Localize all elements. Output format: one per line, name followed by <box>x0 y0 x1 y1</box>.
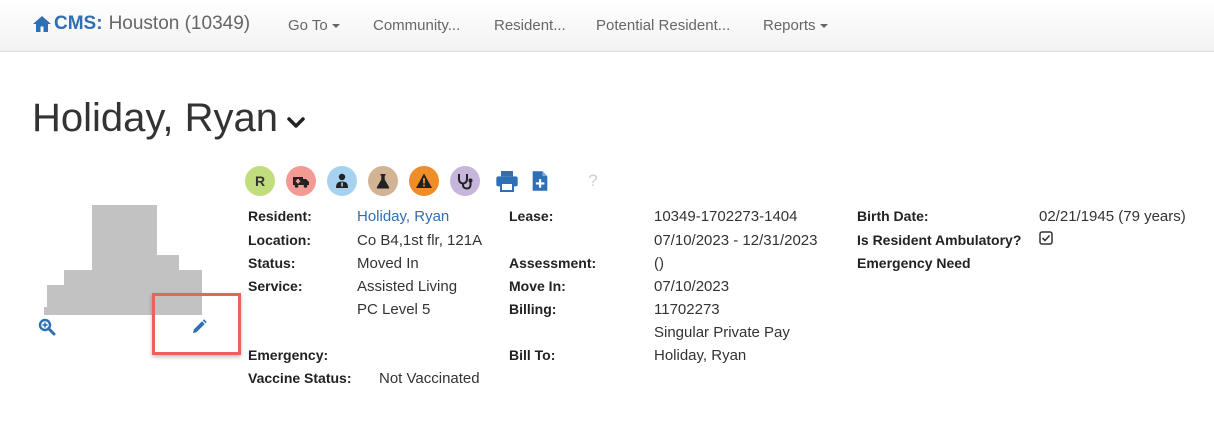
print-glyph <box>496 171 518 192</box>
service-value: Assisted Living <box>357 278 458 295</box>
add-document-glyph <box>532 171 548 191</box>
resident-r-icon[interactable]: R <box>245 166 275 196</box>
billing-label: Billing: <box>509 301 557 317</box>
stethoscope-glyph <box>458 174 473 190</box>
home-icon <box>33 16 51 32</box>
resident-link[interactable]: Holiday, Ryan <box>357 208 449 225</box>
vaccine-status-label: Vaccine Status: <box>248 370 352 386</box>
chevron-down-icon[interactable] <box>286 113 306 133</box>
doctor-icon[interactable] <box>327 166 357 196</box>
billing-value: 11702273 <box>654 301 720 318</box>
help-glyph: ? <box>588 171 598 190</box>
vaccine-status-value: Not Vaccinated <box>379 370 480 387</box>
nav-go-to-label: Go To <box>288 17 328 34</box>
service-level-value: PC Level 5 <box>357 301 431 318</box>
service-label: Service: <box>248 278 303 294</box>
resident-name-heading: Holiday, Ryan <box>32 96 279 140</box>
ambulatory-checkbox[interactable] <box>1039 231 1053 245</box>
status-value: Moved In <box>357 255 419 272</box>
stethoscope-icon[interactable] <box>450 166 480 196</box>
add-document-icon[interactable] <box>525 166 555 196</box>
birth-date-label: Birth Date: <box>857 208 929 224</box>
birth-date-value: 02/21/1945 (79 years) <box>1039 208 1186 225</box>
bill-to-label: Bill To: <box>509 347 556 363</box>
status-label: Status: <box>248 255 296 271</box>
nav-community-label: Community... <box>373 17 461 34</box>
brand-cms: CMS: <box>54 13 103 34</box>
ambulatory-label: Is Resident Ambulatory? <box>857 232 1022 248</box>
nav-go-to[interactable]: Go To <box>288 17 340 34</box>
pencil-edit-icon[interactable] <box>190 318 208 336</box>
caret-down-icon <box>819 24 828 29</box>
resident-label: Resident: <box>248 208 312 224</box>
location-label: Location: <box>248 232 311 248</box>
resident-r-letter: R <box>254 173 266 189</box>
billing-plan-value: Singular Private Pay <box>654 324 790 341</box>
warning-glyph <box>416 173 432 188</box>
lease-label: Lease: <box>509 208 554 224</box>
move-in-label: Move In: <box>509 278 566 294</box>
brand-community: Houston (10349) <box>108 13 251 34</box>
page-title[interactable]: Holiday, Ryan <box>32 96 306 141</box>
move-in-value: 07/10/2023 <box>654 278 730 295</box>
nav-reports[interactable]: Reports <box>763 17 828 34</box>
lease-dates-value: 07/10/2023 - 12/31/2023 <box>654 232 818 249</box>
emergency-label: Emergency: <box>248 347 329 363</box>
ambulance-glyph <box>293 177 309 188</box>
bill-to-value: Holiday, Ryan <box>654 347 747 364</box>
help-icon[interactable]: ? <box>578 166 608 196</box>
nav-community[interactable]: Community... <box>373 17 460 34</box>
nav-potential-resident[interactable]: Potential Resident... <box>596 17 730 34</box>
zoom-in-icon[interactable] <box>38 318 56 336</box>
flask-glyph <box>376 174 390 189</box>
location-value: Co B4,1st flr, 121A <box>357 232 483 249</box>
print-icon[interactable] <box>492 166 522 196</box>
caret-down-icon <box>331 24 340 29</box>
lease-value: 10349-1702273-1404 <box>654 208 798 225</box>
emergency-need-label: Emergency Need <box>857 255 971 271</box>
top-navbar: CMS: Houston (10349) Go To Community... … <box>0 0 1214 52</box>
assessment-value: () <box>654 255 664 272</box>
nav-resident-label: Resident... <box>494 17 566 34</box>
flask-icon[interactable] <box>368 166 398 196</box>
nav-resident[interactable]: Resident... <box>494 17 566 34</box>
ambulance-icon[interactable] <box>286 166 316 196</box>
warning-icon[interactable] <box>409 166 439 196</box>
nav-potential-resident-label: Potential Resident... <box>596 17 731 34</box>
doctor-glyph <box>336 173 348 188</box>
nav-reports-label: Reports <box>763 17 816 34</box>
brand[interactable]: CMS: Houston (10349) <box>32 13 250 35</box>
assessment-label: Assessment: <box>509 255 597 271</box>
